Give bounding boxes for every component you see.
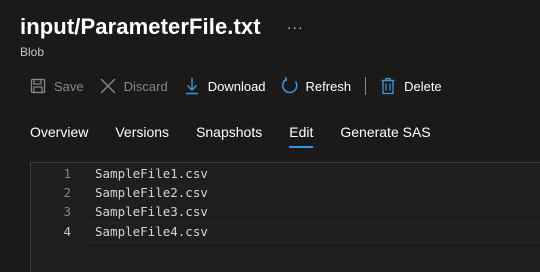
refresh-label: Refresh xyxy=(305,78,352,94)
more-options-button[interactable]: ··· xyxy=(287,19,304,35)
discard-label: Discard xyxy=(123,78,168,94)
download-label: Download xyxy=(207,78,266,94)
save-label: Save xyxy=(54,78,84,94)
tab-bar: Overview Versions Snapshots Edit Generat… xyxy=(30,124,458,148)
line-number: 1 xyxy=(63,166,71,181)
tab-overview[interactable]: Overview xyxy=(30,124,88,146)
delete-button[interactable]: Delete xyxy=(378,76,442,96)
editor-line[interactable]: 1 SampleFile1.csv xyxy=(31,164,208,183)
tab-edit[interactable]: Edit xyxy=(289,124,314,148)
line-number: 4 xyxy=(63,224,71,239)
editor-line[interactable]: 2 SampleFile2.csv xyxy=(31,183,208,202)
code-editor[interactable]: 1 SampleFile1.csv 2 SampleFile2.csv 3 Sa… xyxy=(30,162,540,272)
refresh-icon xyxy=(280,76,300,96)
save-button[interactable]: Save xyxy=(28,76,84,96)
tab-versions[interactable]: Versions xyxy=(115,124,169,146)
delete-label: Delete xyxy=(404,78,442,94)
resource-type-subtitle: Blob xyxy=(20,45,45,59)
editor-line[interactable]: 4 SampleFile4.csv xyxy=(31,222,208,241)
refresh-button[interactable]: Refresh xyxy=(280,76,352,96)
trash-icon xyxy=(378,76,398,96)
page-header: input/ParameterFile.txt ··· Blob xyxy=(20,10,540,59)
page-title: input/ParameterFile.txt xyxy=(20,14,261,39)
line-text: SampleFile4.csv xyxy=(95,224,208,239)
tab-generate-sas[interactable]: Generate SAS xyxy=(340,124,430,146)
close-icon xyxy=(98,76,118,96)
line-text: SampleFile2.csv xyxy=(95,185,208,200)
discard-button[interactable]: Discard xyxy=(98,76,168,96)
line-text: SampleFile1.csv xyxy=(95,166,208,181)
line-number: 2 xyxy=(63,185,71,200)
toolbar-divider xyxy=(365,77,367,95)
line-text: SampleFile3.csv xyxy=(95,204,208,219)
editor-line[interactable]: 3 SampleFile3.csv xyxy=(31,202,208,221)
download-icon xyxy=(182,76,202,96)
line-number: 3 xyxy=(63,204,71,219)
download-button[interactable]: Download xyxy=(182,76,266,96)
tab-snapshots[interactable]: Snapshots xyxy=(196,124,262,146)
command-bar: Save Discard Download Refresh Delete xyxy=(28,72,456,100)
save-icon xyxy=(28,76,48,96)
